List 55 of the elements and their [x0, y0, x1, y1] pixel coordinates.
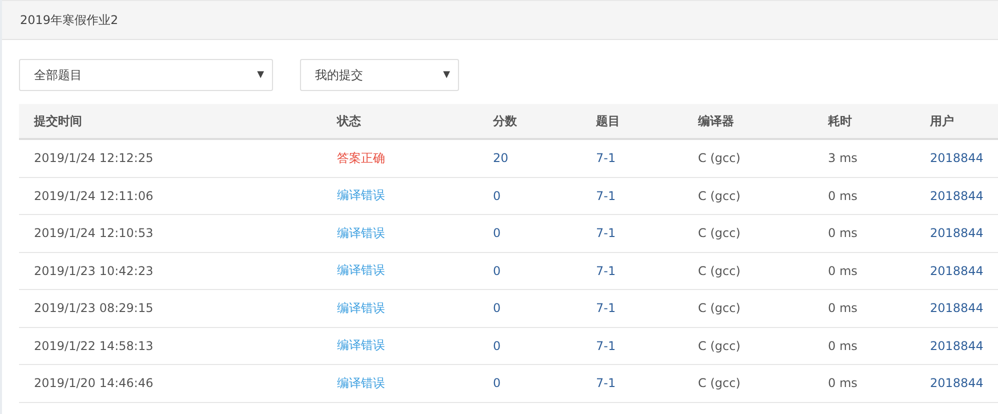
duration-cell-text: 0 ms — [827, 264, 858, 278]
duration-cell-text: 3 ms — [827, 151, 858, 166]
score-link[interactable]: 0 — [478, 376, 581, 390]
caret-icon: ▼ — [257, 70, 264, 80]
user-link[interactable]: 2018844 — [915, 376, 998, 390]
compiler-cell-text: C (gcc) — [697, 226, 742, 240]
column-header: 提交时间 — [32, 112, 83, 130]
user-link[interactable]: 2018844 — [915, 151, 998, 166]
duration-cell-text: 0 ms — [827, 338, 858, 353]
score-link[interactable]: 0 — [478, 301, 581, 316]
user-link[interactable]: 2018844 — [915, 301, 998, 316]
user-link[interactable]: 2018844 — [915, 338, 998, 353]
compiler-cell-text: C (gcc) — [697, 188, 742, 203]
status-link[interactable]: 答案正确 — [322, 150, 478, 167]
caret-icon: ▼ — [443, 70, 450, 80]
score-link[interactable]: 0 — [478, 338, 581, 353]
score-link[interactable]: 20 — [478, 151, 581, 166]
compiler-cell-text: C (gcc) — [697, 338, 742, 353]
score-link[interactable]: 0 — [478, 188, 581, 203]
time-cell-text: 2019/1/24 12:11:06 — [33, 188, 154, 203]
time-cell-text: 2019/1/22 14:58:13 — [33, 338, 154, 353]
column-header: 分数 — [492, 112, 518, 130]
time-cell-text: 2019/1/24 12:12:25 — [33, 151, 154, 166]
time-cell-text: 2019/1/23 08:29:15 — [33, 301, 154, 316]
problem-link[interactable]: 7-1 — [581, 301, 683, 316]
column-header: 编译器 — [696, 112, 735, 130]
user-link[interactable]: 2018844 — [915, 226, 998, 240]
problem-link[interactable]: 7-1 — [581, 338, 683, 353]
user-link[interactable]: 2018844 — [915, 188, 998, 203]
problem-link[interactable]: 7-1 — [581, 226, 683, 240]
column-header: 状态 — [336, 112, 362, 130]
user-link[interactable]: 2018844 — [915, 264, 998, 278]
score-link[interactable]: 0 — [478, 264, 581, 278]
duration-cell-text: 0 ms — [827, 301, 858, 316]
time-cell-text: 2019/1/24 12:10:53 — [33, 226, 154, 240]
time-cell-text: 2019/1/23 10:42:23 — [33, 264, 154, 278]
filter-dropdown[interactable]: 我的提交 ▼ — [300, 59, 459, 91]
duration-cell-text: 0 ms — [827, 226, 858, 240]
problem-link[interactable]: 7-1 — [581, 376, 683, 390]
time-cell-text: 2019/1/20 14:46:46 — [33, 376, 154, 390]
problem-link[interactable]: 7-1 — [581, 151, 683, 166]
column-header: 耗时 — [826, 112, 853, 130]
duration-cell-text: 0 ms — [827, 188, 858, 203]
score-link[interactable]: 0 — [478, 226, 581, 240]
problem-link[interactable]: 7-1 — [581, 264, 683, 278]
compiler-cell-text: C (gcc) — [697, 151, 742, 166]
column-header: 用户 — [929, 112, 955, 130]
duration-cell-text: 0 ms — [827, 376, 858, 390]
compiler-cell-text: C (gcc) — [697, 376, 742, 390]
assignment-title: 2019年寒假作业2 — [20, 12, 118, 28]
problem-link[interactable]: 7-1 — [581, 188, 683, 203]
compiler-cell-text: C (gcc) — [697, 301, 742, 316]
compiler-cell-text: C (gcc) — [697, 264, 742, 278]
filter-dropdown[interactable]: 全部题目 ▼ — [19, 59, 273, 91]
column-header: 题目 — [594, 112, 621, 130]
